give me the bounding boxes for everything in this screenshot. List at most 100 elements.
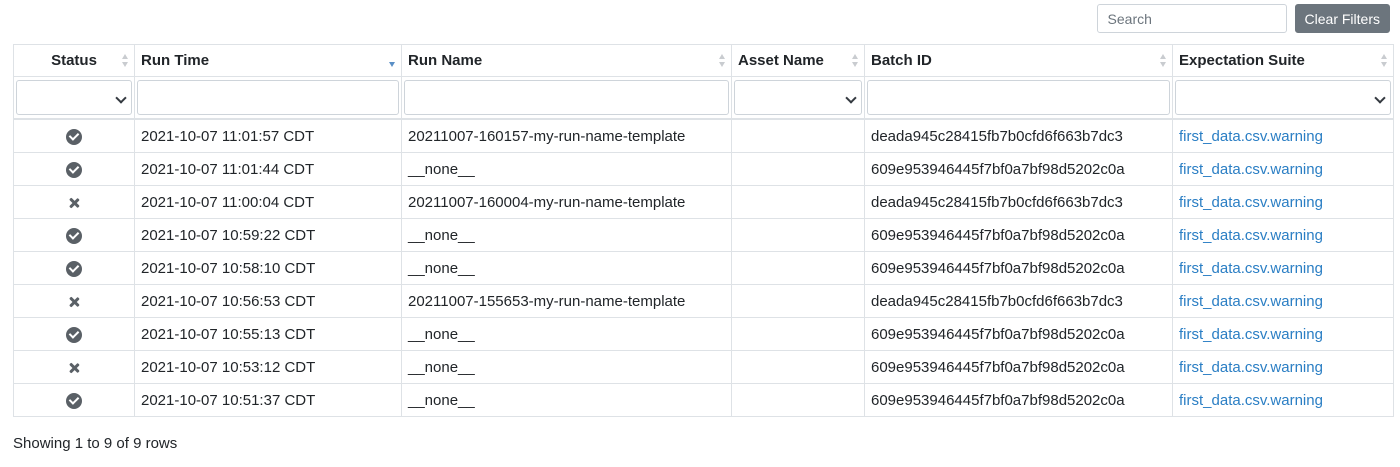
filter-cell-run-name [401, 76, 732, 120]
batch-id-cell: 609e953946445f7bf0a7bf98d5202c0a [864, 350, 1173, 384]
expectation-suite-link[interactable]: first_data.csv.warning [1179, 227, 1323, 244]
batch-id-cell: 609e953946445f7bf0a7bf98d5202c0a [864, 383, 1173, 417]
asset-name-cell [731, 317, 865, 351]
table-row[interactable]: 2021-10-07 10:56:53 CDT 20211007-155653-m… [13, 284, 1394, 318]
status-cell [13, 383, 135, 417]
batch-id-cell: 609e953946445f7bf0a7bf98d5202c0a [864, 152, 1173, 186]
sort-desc-icon[interactable] [389, 54, 396, 68]
expectation-suite-cell: first_data.csv.warning [1172, 284, 1394, 318]
column-header-label: Run Name [408, 52, 483, 69]
expectation-suite-cell: first_data.csv.warning [1172, 317, 1394, 351]
batch-id-cell: 609e953946445f7bf0a7bf98d5202c0a [864, 317, 1173, 351]
table-row[interactable]: 2021-10-07 11:01:57 CDT 20211007-160157-m… [13, 118, 1394, 153]
expectation-suite-link[interactable]: first_data.csv.warning [1179, 326, 1323, 343]
chevron-down-icon [115, 92, 127, 104]
run-name-cell: __none__ [401, 317, 732, 351]
filter-input-run-name[interactable] [404, 80, 729, 115]
filter-input-run-time[interactable] [137, 80, 399, 115]
run-name-cell: 20211007-155653-my-run-name-template [401, 284, 732, 318]
run-time-cell: 2021-10-07 10:58:10 CDT [134, 251, 402, 285]
sort-both-icon[interactable] [719, 54, 726, 68]
check-circle-icon [66, 326, 82, 343]
status-cell [13, 118, 135, 153]
run-time-cell: 2021-10-07 10:56:53 CDT [134, 284, 402, 318]
expectation-suite-link[interactable]: first_data.csv.warning [1179, 128, 1323, 145]
status-cell [13, 284, 135, 318]
sort-both-icon[interactable] [1381, 54, 1388, 68]
filter-cell-run-time [134, 76, 402, 120]
clear-filters-button[interactable]: Clear Filters [1294, 4, 1390, 33]
column-header-label: Expectation Suite [1179, 52, 1305, 69]
sort-both-icon[interactable] [852, 54, 859, 68]
filter-cell-expectation-suite [1172, 76, 1394, 120]
filter-select-status[interactable] [16, 80, 132, 115]
column-header-run-name[interactable]: Run Name [401, 44, 732, 77]
table-row[interactable]: 2021-10-07 10:55:13 CDT __none__ 609e95394… [13, 317, 1394, 351]
x-icon [67, 295, 81, 309]
table-row[interactable]: 2021-10-07 10:58:10 CDT __none__ 609e95394… [13, 251, 1394, 285]
status-cell [13, 185, 135, 219]
chevron-down-icon [845, 92, 857, 104]
search-input[interactable] [1096, 4, 1287, 33]
asset-name-cell [731, 383, 865, 417]
sort-both-icon[interactable] [122, 54, 129, 68]
expectation-suite-link[interactable]: first_data.csv.warning [1179, 194, 1323, 211]
run-time-cell: 2021-10-07 11:01:44 CDT [134, 152, 402, 186]
column-header-label: Batch ID [871, 52, 932, 69]
table-row[interactable]: 2021-10-07 11:01:44 CDT __none__ 609e95394… [13, 152, 1394, 186]
column-header-asset-name[interactable]: Asset Name [731, 44, 865, 77]
check-circle-icon [66, 227, 82, 244]
table-row[interactable]: 2021-10-07 10:59:22 CDT __none__ 609e95394… [13, 218, 1394, 252]
expectation-suite-link[interactable]: first_data.csv.warning [1179, 359, 1323, 376]
run-name-cell: __none__ [401, 152, 732, 186]
check-circle-icon [66, 128, 82, 145]
run-time-cell: 2021-10-07 10:51:37 CDT [134, 383, 402, 417]
filter-cell-asset-name [731, 76, 865, 120]
run-time-cell: 2021-10-07 11:00:04 CDT [134, 185, 402, 219]
column-header-run-time[interactable]: Run Time [134, 44, 402, 77]
asset-name-cell [731, 284, 865, 318]
status-cell [13, 317, 135, 351]
column-header-batch-id[interactable]: Batch ID [864, 44, 1173, 77]
batch-id-cell: 609e953946445f7bf0a7bf98d5202c0a [864, 218, 1173, 252]
batch-id-cell: deada945c28415fb7b0cfd6f663b7dc3 [864, 284, 1173, 318]
column-header-status[interactable]: Status [13, 44, 135, 77]
sort-both-icon[interactable] [1160, 54, 1167, 68]
asset-name-cell [731, 218, 865, 252]
validation-results-table: Status Run Time Run Name Asset Name Batch ID… [13, 44, 1394, 417]
filter-select-expectation-suite[interactable] [1175, 80, 1391, 115]
x-icon [67, 361, 81, 375]
asset-name-cell [731, 185, 865, 219]
run-time-cell: 2021-10-07 10:55:13 CDT [134, 317, 402, 351]
run-name-cell: __none__ [401, 218, 732, 252]
table-body: 2021-10-07 11:01:57 CDT 20211007-160157-m… [13, 118, 1394, 417]
table-row[interactable]: 2021-10-07 10:53:12 CDT __none__ 609e95394… [13, 350, 1394, 384]
column-header-label: Asset Name [738, 52, 824, 69]
table-row[interactable]: 2021-10-07 10:51:37 CDT __none__ 609e95394… [13, 383, 1394, 417]
expectation-suite-link[interactable]: first_data.csv.warning [1179, 392, 1323, 409]
run-name-cell: __none__ [401, 251, 732, 285]
filter-cell-status [13, 76, 135, 120]
status-cell [13, 251, 135, 285]
expectation-suite-cell: first_data.csv.warning [1172, 152, 1394, 186]
asset-name-cell [731, 152, 865, 186]
asset-name-cell [731, 251, 865, 285]
run-name-cell: __none__ [401, 383, 732, 417]
expectation-suite-link[interactable]: first_data.csv.warning [1179, 293, 1323, 310]
table-row[interactable]: 2021-10-07 11:00:04 CDT 20211007-160004-m… [13, 185, 1394, 219]
run-time-cell: 2021-10-07 10:59:22 CDT [134, 218, 402, 252]
batch-id-cell: 609e953946445f7bf0a7bf98d5202c0a [864, 251, 1173, 285]
expectation-suite-cell: first_data.csv.warning [1172, 218, 1394, 252]
column-header-label: Run Time [141, 52, 210, 69]
header-row: Status Run Time Run Name Asset Name Batch ID… [13, 44, 1394, 77]
run-time-cell: 2021-10-07 11:01:57 CDT [134, 118, 402, 153]
run-name-cell: 20211007-160157-my-run-name-template [401, 118, 732, 153]
column-header-expectation-suite[interactable]: Expectation Suite [1172, 44, 1394, 77]
batch-id-cell: deada945c28415fb7b0cfd6f663b7dc3 [864, 118, 1173, 153]
expectation-suite-link[interactable]: first_data.csv.warning [1179, 260, 1323, 277]
filter-input-batch-id[interactable] [867, 80, 1170, 115]
filter-select-asset-name[interactable] [734, 80, 862, 115]
expectation-suite-link[interactable]: first_data.csv.warning [1179, 161, 1323, 178]
filter-cell-batch-id [864, 76, 1173, 120]
column-header-label: Status [51, 52, 97, 69]
